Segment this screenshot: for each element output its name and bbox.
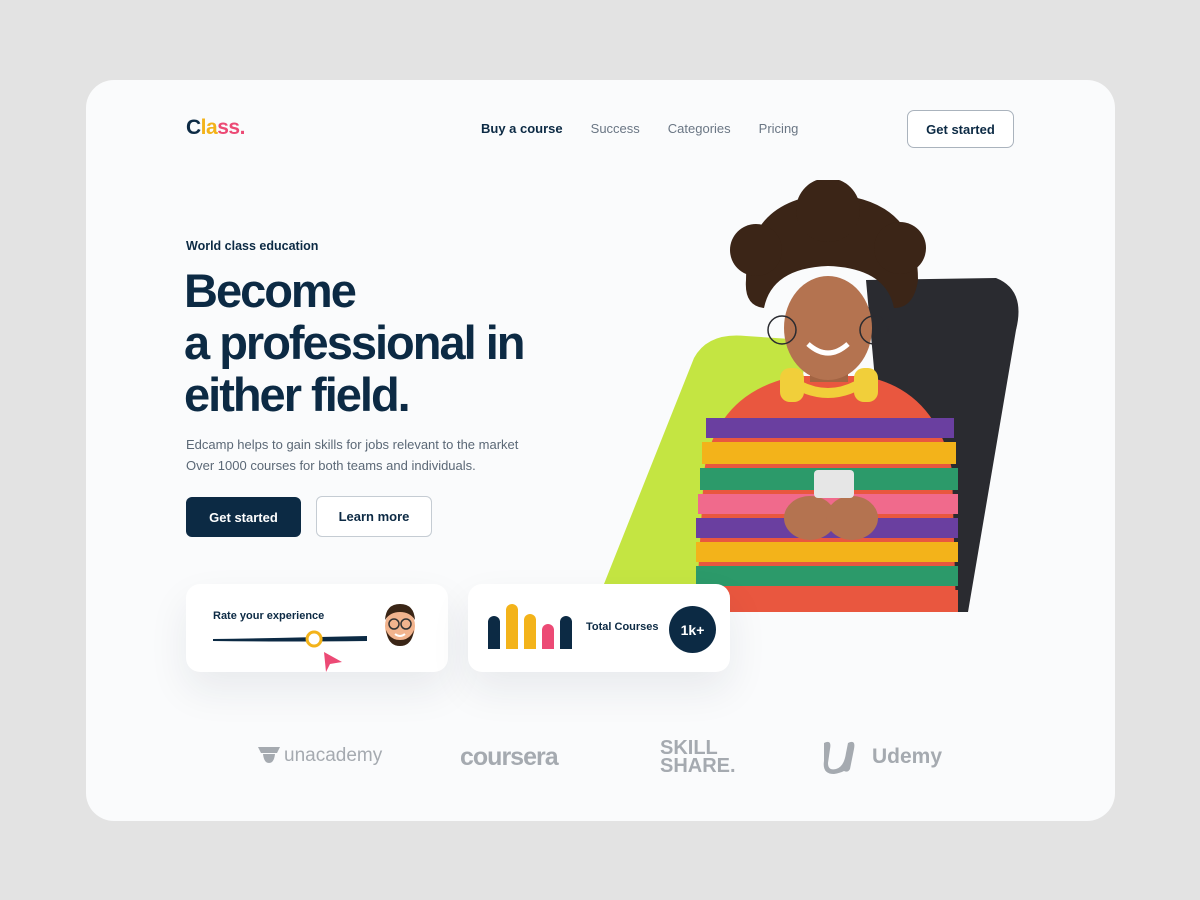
nav-item-pricing[interactable]: Pricing xyxy=(759,121,799,136)
total-courses-badge: 1k+ xyxy=(669,606,716,653)
courses-bar-chart xyxy=(488,604,572,649)
pointer-icon xyxy=(324,652,342,672)
rating-slider[interactable] xyxy=(213,630,367,648)
rating-label: Rate your experience xyxy=(213,610,325,622)
logo-letter: a xyxy=(206,116,218,139)
chart-bar xyxy=(488,616,500,649)
partner-udemy[interactable]: Udemy xyxy=(820,739,942,775)
hero-headline: Become a professional in either field. xyxy=(184,264,525,421)
avatar-icon xyxy=(385,604,415,646)
hero-description: Edcamp helps to gain skills for jobs rel… xyxy=(186,434,518,476)
description-line: Over 1000 courses for both teams and ind… xyxy=(186,458,476,473)
headline-line: a professional in xyxy=(184,316,525,369)
headline-line: Become xyxy=(184,264,357,317)
chart-bar xyxy=(560,616,572,649)
logo-letter: s xyxy=(217,116,229,139)
hero-eyebrow: World class education xyxy=(186,239,319,253)
partner-skillshare[interactable]: SKILL SHARE. xyxy=(660,738,736,777)
chart-bar xyxy=(542,624,554,649)
rating-card: Rate your experience xyxy=(186,584,448,672)
unacademy-wordmark: unacademy xyxy=(284,745,383,766)
brand-logo[interactable]: Class. xyxy=(186,116,245,140)
get-started-button[interactable]: Get started xyxy=(186,497,301,537)
unacademy-logo-icon xyxy=(258,747,280,763)
skillshare-wordmark-line: SHARE. xyxy=(660,755,736,777)
partner-unacademy[interactable]: unacademy xyxy=(258,745,382,767)
nav-item-categories[interactable]: Categories xyxy=(668,121,731,136)
total-courses-label: Total Courses xyxy=(586,621,659,633)
chart-bar xyxy=(524,614,536,649)
udemy-wordmark: Udemy xyxy=(872,745,943,768)
headline-line: either field. xyxy=(184,368,411,421)
coursera-wordmark: coursera xyxy=(460,743,559,771)
phone-icon xyxy=(814,470,854,498)
nav-item-buy-a-course[interactable]: Buy a course xyxy=(481,121,563,136)
person-face xyxy=(784,276,872,380)
hero-illustration xyxy=(604,180,1019,612)
udemy-logo-icon xyxy=(823,741,855,774)
logo-letter: . xyxy=(239,116,246,139)
landing-card: Class. Buy a course Success Categories P… xyxy=(86,80,1115,821)
nav-get-started-button[interactable]: Get started xyxy=(907,110,1014,148)
partner-logos: unacademy coursera SKILL SHARE. Udemy xyxy=(258,735,948,781)
main-nav: Buy a course Success Categories Pricing xyxy=(481,121,798,136)
logo-letter: C xyxy=(186,116,201,139)
chart-bar xyxy=(506,604,518,649)
partner-coursera[interactable]: coursera xyxy=(460,743,559,772)
nav-item-success[interactable]: Success xyxy=(591,121,640,136)
logo-letter: s xyxy=(228,116,240,139)
learn-more-button[interactable]: Learn more xyxy=(316,496,432,537)
total-courses-card: Total Courses 1k+ xyxy=(468,584,730,672)
slider-knob xyxy=(305,630,323,648)
description-line: Edcamp helps to gain skills for jobs rel… xyxy=(186,437,519,452)
